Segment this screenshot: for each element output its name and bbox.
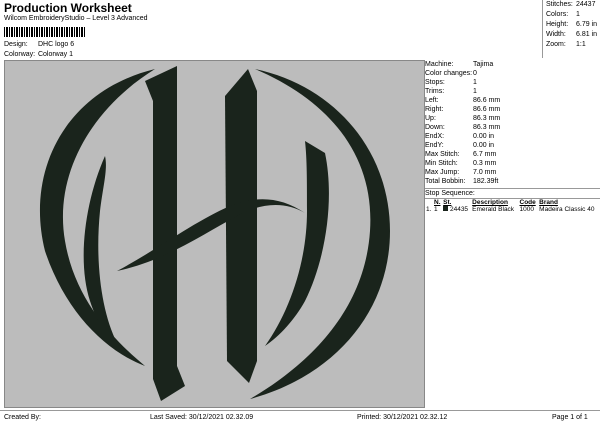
col-header: Code	[519, 199, 536, 206]
detail-value: 0	[473, 70, 477, 77]
stitch-count: 24435	[449, 206, 469, 213]
detail-value: 6.7 mm	[473, 151, 497, 158]
details-panel: Machine: Tajima Color changes:0 Stops: 1 T…	[425, 60, 600, 213]
detail-row: Max Stitch: 6.7 mm	[425, 150, 600, 159]
detail-row: Up: 86.3 mm	[425, 114, 600, 123]
detail-row: Min Stitch: 0.3 mm	[425, 159, 600, 168]
footer: Created By: Last Saved: 30/12/2021 02.32…	[0, 410, 600, 425]
detail-value: 86.6 mm	[473, 106, 501, 113]
stop-code: 1000	[519, 206, 534, 213]
detail-value: 7.0 mm	[473, 169, 497, 176]
detail-row: Trims: 1	[425, 87, 600, 96]
stat-value: 1:1	[576, 41, 586, 48]
design-label: Design:	[4, 41, 28, 48]
stats-box: Stitches: 24437 Colors: 1 Height: 6.79 in W…	[542, 0, 600, 58]
stat-label: Zoom:	[546, 41, 566, 48]
detail-label: Machine:	[425, 61, 454, 68]
table-row: 1. 1 24435 Emerald Black 1000 Madeira Cl…	[425, 206, 600, 213]
stop-sequence-title: Stop Sequence:	[425, 188, 600, 199]
detail-value: 1	[473, 88, 477, 95]
stat-row: Width: 6.81 in	[543, 30, 600, 40]
stat-value: 1	[576, 11, 580, 18]
stat-label: Colors:	[546, 11, 569, 18]
last-saved: Last Saved: 30/12/2021 02.32.09	[150, 414, 254, 421]
detail-value: 86.3 mm	[473, 124, 501, 131]
stat-label: Stitches:	[546, 1, 573, 8]
detail-label: Up:	[425, 115, 436, 122]
stat-row: Height: 6.79 in	[543, 20, 600, 30]
detail-row: EndX: 0.00 in	[425, 132, 600, 141]
detail-row: EndY: 0.00 in	[425, 141, 600, 150]
detail-label: Max Stitch:	[425, 151, 460, 158]
detail-label: EndY:	[425, 142, 444, 149]
detail-row: Max Jump: 7.0 mm	[425, 168, 600, 177]
colorway-value: Colorway 1	[37, 51, 73, 58]
stop-num: 1.	[426, 206, 432, 213]
detail-row: Total Bobbin: 182.39ft	[425, 177, 600, 186]
design-value: DHC logo 6	[37, 41, 75, 48]
detail-value: 1	[473, 79, 477, 86]
colorway-label: Colorway:	[4, 51, 36, 58]
detail-label: Down:	[425, 124, 445, 131]
detail-row: Stops: 1	[425, 78, 600, 87]
detail-label: EndX:	[425, 133, 445, 140]
col-header	[425, 199, 433, 206]
stat-row: Stitches: 24437	[543, 0, 600, 10]
page-number: Page 1 of 1	[552, 414, 588, 421]
barcode	[4, 27, 86, 37]
thread-color-swatch	[443, 206, 449, 211]
created-by: Created By:	[4, 414, 41, 421]
detail-label: Max Jump:	[425, 169, 460, 176]
col-header: St.	[443, 199, 452, 206]
design-row: Design: DHC logo 6	[4, 41, 74, 48]
printed-date: Printed: 30/12/2021 02.32.12	[357, 414, 448, 421]
col-header: Description	[472, 199, 508, 206]
stat-row: Colors: 1	[543, 10, 600, 20]
col-header: Brand	[539, 199, 558, 206]
software-subtitle: Wilcom EmbroideryStudio – Level 3 Advanc…	[4, 15, 148, 22]
dhc-monogram-logo	[39, 66, 390, 401]
detail-value: 182.39ft	[473, 178, 499, 185]
detail-label: Stops:	[425, 79, 445, 86]
table-header-row: N. St. Description Code Brand	[425, 199, 600, 206]
stat-label: Height:	[546, 21, 569, 28]
detail-label: Trims:	[425, 88, 445, 95]
detail-value: 0.3 mm	[473, 160, 497, 167]
stat-value: 6.79 in	[576, 21, 598, 28]
stop-brand: Madeira Classic 40	[539, 206, 595, 213]
colorway-row: Colorway: Colorway 1	[4, 51, 73, 58]
detail-row: Left: 86.6 mm	[425, 96, 600, 105]
detail-label: Left:	[425, 97, 439, 104]
col-header: N.	[434, 199, 441, 206]
stop-sequence-table: N. St. Description Code Brand 1. 1 24435…	[425, 199, 600, 213]
detail-value: 86.3 mm	[473, 115, 501, 122]
detail-value: 86.6 mm	[473, 97, 501, 104]
stop-stitches: 24435	[442, 206, 471, 213]
detail-row: Right: 86.6 mm	[425, 105, 600, 114]
stat-value: 24437	[576, 1, 596, 8]
stat-label: Width:	[546, 31, 566, 38]
stat-value: 6.81 in	[576, 31, 598, 38]
detail-label: Total Bobbin:	[425, 178, 466, 185]
detail-label: Min Stitch:	[425, 160, 458, 167]
detail-value: 0.00 in	[473, 142, 495, 149]
detail-value: 0.00 in	[473, 133, 495, 140]
detail-row: Color changes:0	[425, 69, 600, 78]
detail-value: Tajima	[473, 61, 494, 68]
stop-description: Emerald Black	[472, 206, 515, 213]
page-title: Production Worksheet	[4, 1, 132, 15]
detail-row: Machine: Tajima	[425, 60, 600, 69]
detail-label: Color changes:	[425, 70, 473, 77]
detail-row: Down: 86.3 mm	[425, 123, 600, 132]
stop-n: 1	[434, 206, 438, 213]
stat-row: Zoom: 1:1	[543, 40, 600, 50]
design-preview	[4, 60, 425, 408]
detail-label: Right:	[425, 106, 444, 113]
